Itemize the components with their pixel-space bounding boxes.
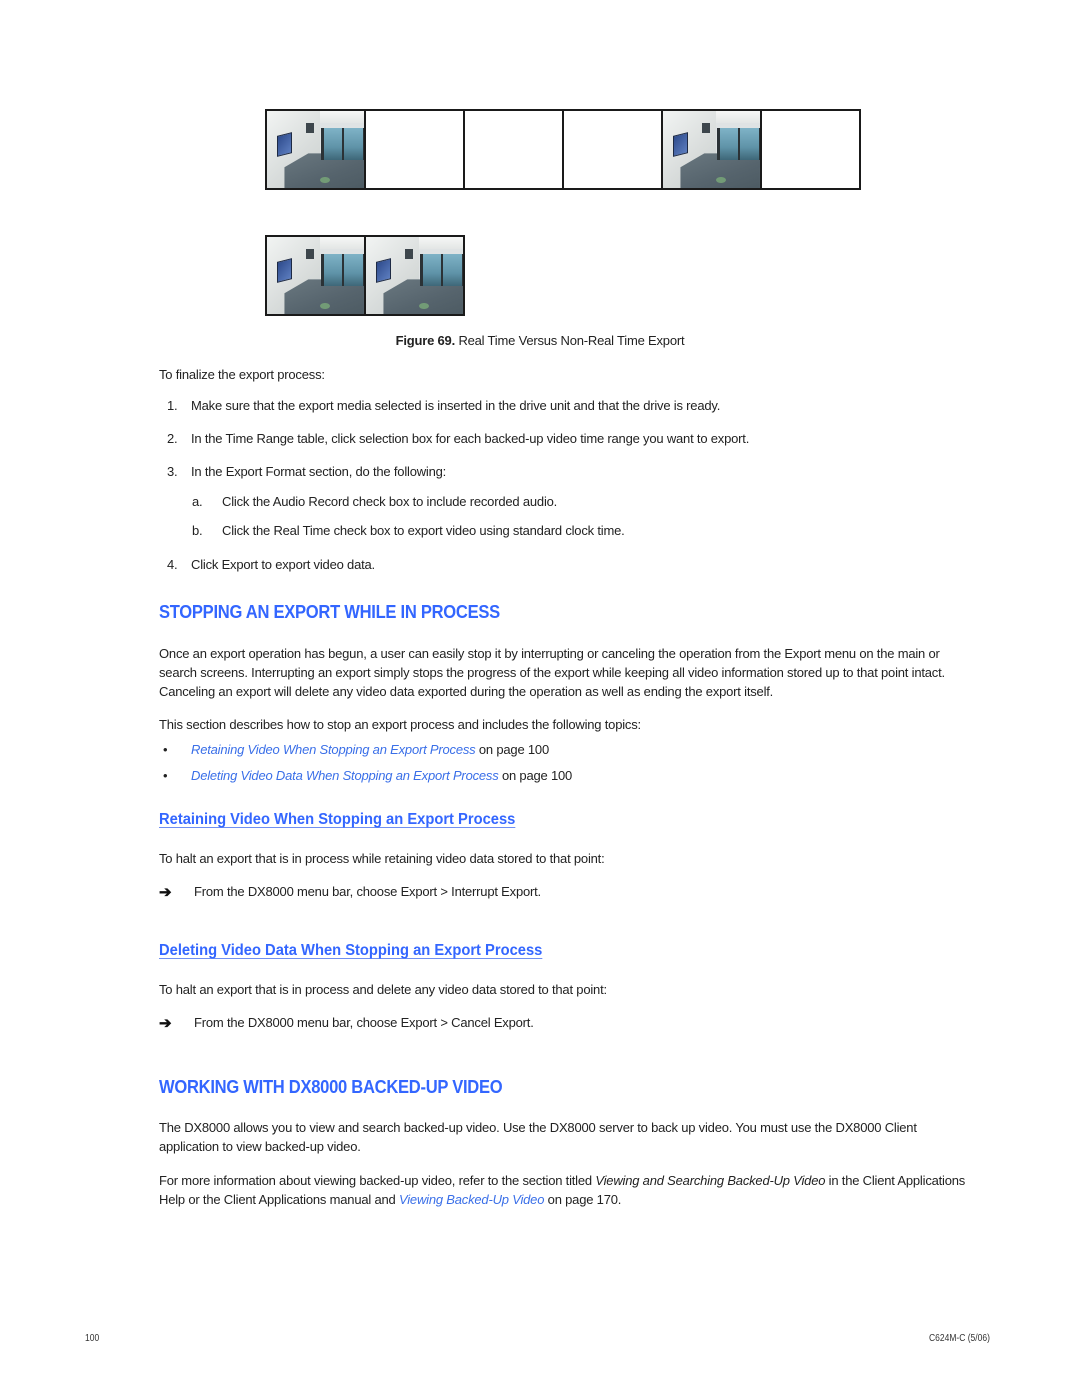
non-real-time-export-strip (265, 235, 465, 316)
section-heading: WORKING WITH DX8000 BACKED-UP VIDEO (159, 1077, 503, 1097)
figure-caption-label: Figure 69. (395, 333, 456, 348)
scene-poster (375, 258, 391, 284)
topic-link-deleting[interactable]: Deleting Video Data When Stopping an Exp… (191, 768, 499, 783)
subsection-heading: Deleting Video Data When Stopping an Exp… (159, 942, 543, 959)
scene-sign (305, 123, 314, 134)
finalize-intro: To finalize the export process: (159, 367, 325, 382)
scene-door (717, 127, 760, 161)
camera-frame (267, 237, 364, 314)
procedure-step-text: From the DX8000 menu bar, choose Export … (194, 1015, 534, 1030)
stopping-paragraph: Once an export operation has begun, a us… (159, 646, 945, 699)
bullet-icon: • (163, 742, 168, 757)
topic-page-ref: on page 100 (498, 768, 573, 783)
document-code: C624M-C (5/06) (929, 1333, 990, 1344)
step-text: Click Export to export video data. (191, 557, 375, 572)
scene-door (321, 127, 364, 161)
figure-caption-text: Real Time Versus Non-Real Time Export (458, 333, 685, 348)
section-title-reference: Viewing and Searching Backed-Up Video (595, 1173, 826, 1188)
scene-sign (305, 249, 314, 260)
step-number: 1. (167, 398, 178, 413)
scene-sign (404, 249, 413, 260)
topic-link-retaining[interactable]: Retaining Video When Stopping an Export … (191, 742, 476, 757)
substep-letter: b. (192, 523, 203, 538)
scene-poster (672, 132, 688, 158)
scene-sign (701, 123, 710, 134)
text-run: For more information about viewing backe… (159, 1173, 596, 1188)
step-text: Make sure that the export media selected… (191, 398, 721, 413)
viewing-backed-up-video-link[interactable]: Viewing Backed-Up Video (399, 1192, 544, 1207)
real-time-export-strip (265, 109, 861, 190)
deleting-intro: To halt an export that is in process and… (159, 982, 607, 997)
working-paragraph-2: For more information about viewing backe… (159, 1171, 979, 1209)
working-paragraph-1: The DX8000 allows you to view and search… (159, 1120, 917, 1154)
subsection-heading: Retaining Video When Stopping an Export … (159, 811, 516, 828)
topics-intro: This section describes how to stop an ex… (159, 717, 641, 732)
topic-page-ref: on page 100 (475, 742, 549, 757)
substep-letter: a. (192, 494, 203, 509)
bullet-icon: • (163, 768, 168, 783)
step-number: 2. (167, 431, 178, 446)
step-number: 3. (167, 464, 178, 479)
section-heading: STOPPING AN EXPORT WHILE IN PROCESS (159, 602, 500, 622)
scene-poster (276, 258, 292, 284)
scene-door (420, 253, 463, 287)
camera-frame (663, 111, 760, 188)
arrow-right-icon: ➔ (159, 1015, 172, 1032)
empty-frame (366, 111, 463, 188)
step-text: In the Export Format section, do the fol… (191, 464, 447, 479)
figure-caption: Figure 69. Real Time Versus Non-Real Tim… (0, 333, 1080, 348)
procedure-step-text: From the DX8000 menu bar, choose Export … (194, 884, 541, 899)
arrow-right-icon: ➔ (159, 884, 172, 901)
step-number: 4. (167, 557, 178, 572)
camera-frame (366, 237, 463, 314)
empty-frame (465, 111, 562, 188)
substep-text: Click the Audio Record check box to incl… (222, 494, 558, 509)
empty-frame (762, 111, 859, 188)
scene-door (321, 253, 364, 287)
empty-frame (564, 111, 661, 188)
scene-poster (276, 132, 292, 158)
page-number: 100 (85, 1333, 100, 1344)
step-text: In the Time Range table, click selection… (191, 431, 750, 446)
text-run: on page 170. (544, 1192, 622, 1207)
retaining-intro: To halt an export that is in process whi… (159, 851, 605, 866)
substep-text: Click the Real Time check box to export … (222, 523, 625, 538)
camera-frame (267, 111, 364, 188)
